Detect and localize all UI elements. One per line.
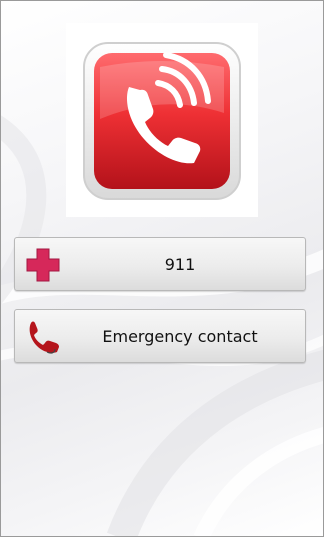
call-911-button[interactable]: 911 (14, 237, 306, 291)
ringing-phone-icon (66, 23, 258, 217)
call-911-label: 911 (164, 255, 196, 274)
app-screen: 911 Emergency contact (0, 0, 324, 537)
emergency-contact-label: Emergency contact (102, 327, 258, 346)
emergency-contact-button[interactable]: Emergency contact (14, 309, 306, 363)
